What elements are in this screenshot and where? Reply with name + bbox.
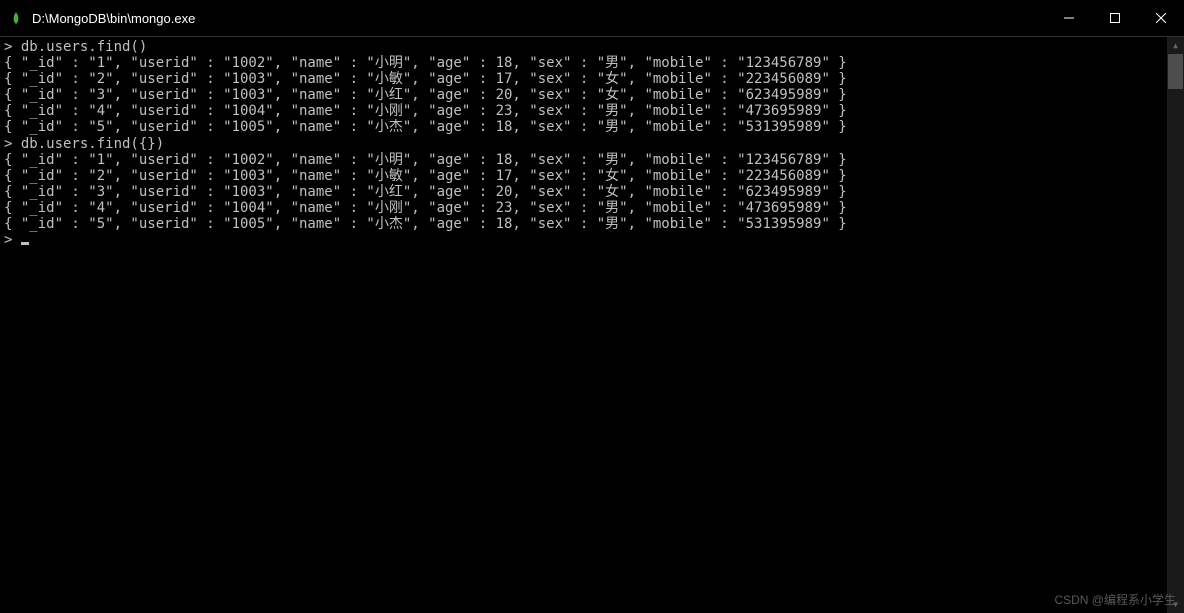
maximize-button[interactable] xyxy=(1092,0,1138,36)
window-titlebar: D:\MongoDB\bin\mongo.exe xyxy=(0,0,1184,37)
window-title: D:\MongoDB\bin\mongo.exe xyxy=(32,11,195,26)
mongodb-icon xyxy=(8,10,24,26)
watermark: CSDN @编程系小学生 xyxy=(1054,591,1176,608)
console-area: > db.users.find() { "_id" : "1", "userid… xyxy=(0,37,1184,613)
console-output[interactable]: > db.users.find() { "_id" : "1", "userid… xyxy=(0,37,1167,613)
scroll-up-arrow[interactable]: ▲ xyxy=(1167,37,1184,54)
text-cursor xyxy=(21,242,29,245)
vertical-scrollbar[interactable]: ▲ ▼ xyxy=(1167,37,1184,613)
scrollbar-thumb[interactable] xyxy=(1168,54,1183,89)
titlebar-left: D:\MongoDB\bin\mongo.exe xyxy=(8,10,195,26)
window-controls xyxy=(1046,0,1184,36)
minimize-button[interactable] xyxy=(1046,0,1092,36)
close-button[interactable] xyxy=(1138,0,1184,36)
